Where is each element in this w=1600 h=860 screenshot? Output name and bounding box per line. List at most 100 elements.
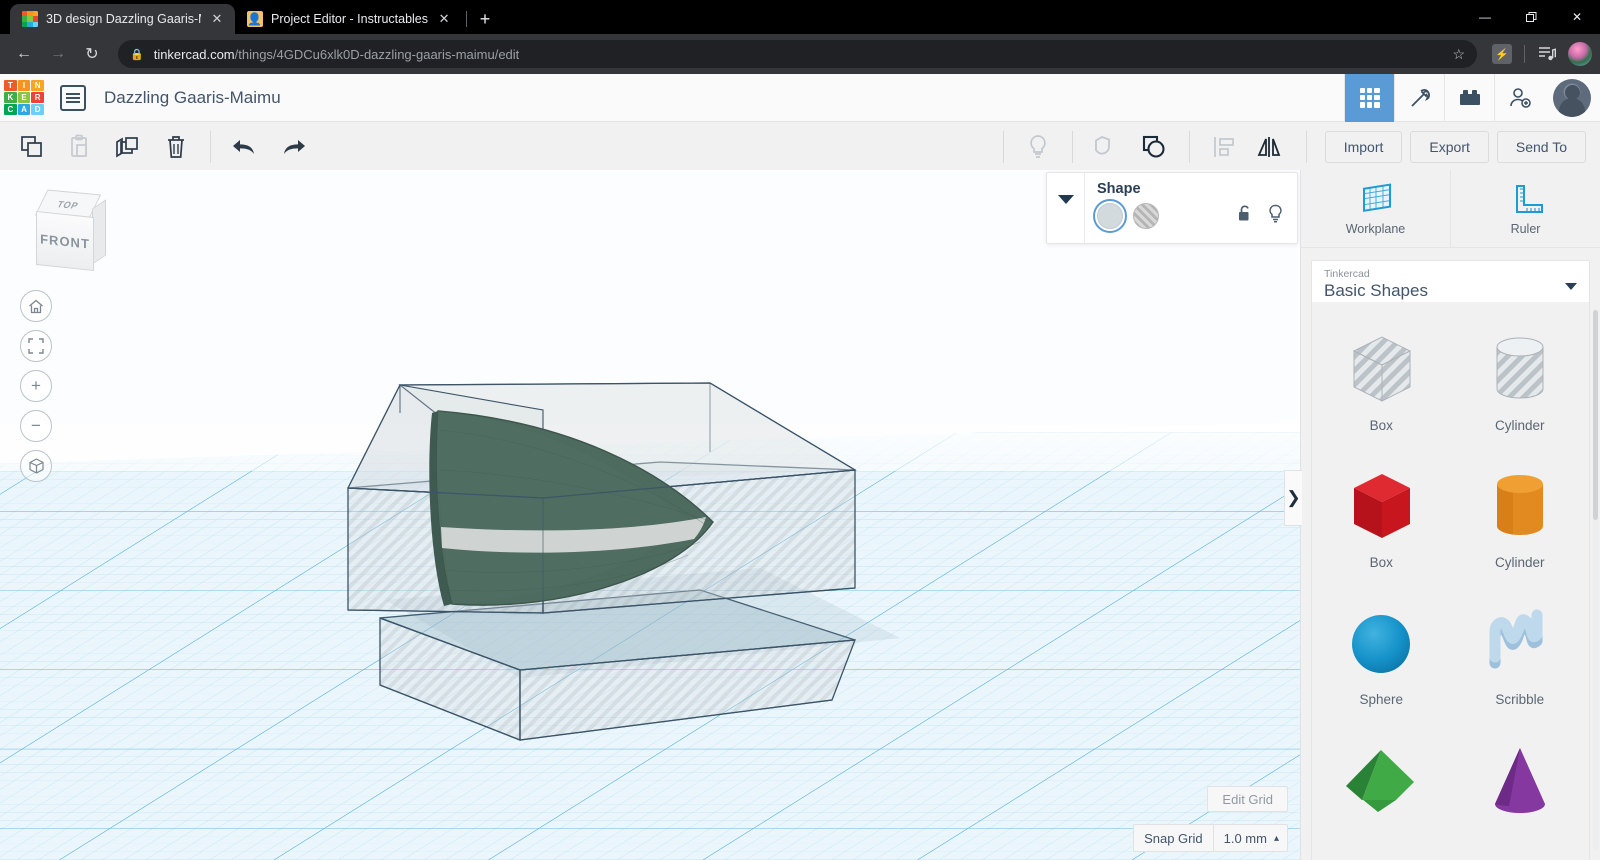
lock-icon: 🔒 [130,48,144,61]
minimize-button[interactable]: — [1462,0,1508,34]
fit-to-view-button[interactable] [20,330,52,362]
window-controls: — ✕ [1462,0,1600,34]
browser-tab-title: 3D design Dazzling Gaaris-Maim [46,12,201,26]
editor-main: TOP FRONT + − Edit Grid Snap Grid 1.0 mm… [0,170,1600,860]
logo-tile: D [31,104,44,116]
address-bar[interactable]: 🔒 tinkercad.com/things/4GDCu6xlk0D-dazzl… [118,40,1477,68]
app-header: T I N K E R C A D Dazzling Gaaris-Maimu [0,73,1600,122]
reload-button[interactable]: ↻ [76,38,108,70]
shape-cone-purple[interactable] [1451,727,1590,860]
shape-cylinder-orange[interactable]: Cylinder [1451,453,1590,590]
shape-label: Scribble [1495,692,1545,707]
tinkercad-logo-icon[interactable]: T I N K E R C A D [0,74,48,122]
sidebar-scrollbar-thumb[interactable] [1593,310,1598,520]
shape-label: Cylinder [1494,555,1545,570]
omnibar-divider [1524,45,1525,63]
toolbar-divider [1071,130,1073,163]
shape-box-hole[interactable]: Box [1312,316,1451,453]
workplane-tool-label: Workplane [1345,221,1406,236]
view-cube-side-face[interactable] [92,199,106,265]
restore-button[interactable] [1508,0,1554,34]
forward-button[interactable]: → [42,38,74,70]
view-orientation-cube[interactable]: TOP FRONT [28,189,112,276]
box-red-icon [1338,461,1424,553]
url-path: /things/4GDCu6xlk0D-dazzling-gaaris-maim… [234,46,520,62]
perspective-toggle-button[interactable] [20,450,52,482]
shape-library-selected: Basic Shapes [1324,281,1428,300]
codeblocks-pickaxe-icon[interactable] [1394,73,1444,122]
lightbulb-hint-button[interactable] [1014,122,1062,172]
sidebar-scrollbar[interactable] [1593,310,1598,850]
toolbar-divider [1188,130,1190,163]
zoom-out-button[interactable]: − [20,410,52,442]
shape-scribble[interactable]: Scribble [1451,590,1590,727]
logo-tile: E [17,91,31,104]
shape-label: Box [1369,418,1393,433]
collapse-sidebar-button[interactable]: ❯ [1284,470,1302,526]
workplane-tool[interactable]: Workplane [1301,170,1450,248]
extension-icon[interactable]: ⚡ [1487,39,1517,69]
ruler-tool[interactable]: Ruler [1450,170,1600,248]
redo-button[interactable] [269,122,317,172]
undo-button[interactable] [221,122,269,172]
zoom-in-button[interactable]: + [20,370,52,402]
profile-avatar[interactable] [1568,42,1592,66]
shape-roof-green[interactable] [1312,727,1451,860]
ungroup-shapes-button[interactable] [1131,122,1179,172]
reading-list-icon[interactable] [1532,39,1562,69]
shape-library-owner: Tinkercad [1324,268,1370,280]
shape-sphere-blue[interactable]: Sphere [1312,590,1451,727]
shape-panel-icons [1237,204,1287,228]
copy-button[interactable] [8,122,56,172]
solid-swatch[interactable] [1093,199,1127,233]
back-button[interactable]: ← [8,38,40,70]
close-icon[interactable]: ✕ [209,11,225,27]
shape-label: Box [1369,555,1393,570]
cylinder-orange-icon [1477,461,1563,553]
lego-brick-icon[interactable] [1444,73,1494,122]
toolbar-divider [210,130,211,163]
send-to-button[interactable]: Send To [1496,130,1586,163]
delete-button[interactable] [152,122,200,172]
hole-swatch[interactable] [1133,203,1159,229]
export-button[interactable]: Export [1410,130,1489,163]
sphere-blue-icon [1338,598,1424,690]
shape-cylinder-hole[interactable]: Cylinder [1451,316,1590,453]
shape-box-red[interactable]: Box [1312,453,1451,590]
new-tab-button[interactable]: + [471,5,499,33]
browser-tab-0[interactable]: 3D design Dazzling Gaaris-Maim ✕ [10,4,235,34]
browser-tab-title: Project Editor - Instructables [271,12,429,26]
gallery-grid-icon[interactable] [1344,73,1394,122]
view-cube-front-face[interactable]: FRONT [36,210,94,272]
collapse-panel-button[interactable] [1047,173,1085,243]
invite-person-icon[interactable] [1494,73,1544,122]
unlock-icon[interactable] [1237,204,1254,228]
close-window-button[interactable]: ✕ [1554,0,1600,34]
bookmark-star-icon[interactable]: ☆ [1452,46,1465,63]
import-button[interactable]: Import [1324,130,1403,163]
roof-green-icon [1338,735,1424,827]
browser-window: 3D design Dazzling Gaaris-Maim ✕ 👤 Proje… [0,0,1600,860]
shape-style-row [1093,199,1287,233]
close-icon[interactable]: ✕ [436,11,452,27]
3d-canvas[interactable]: TOP FRONT + − Edit Grid Snap Grid 1.0 mm… [0,170,1300,860]
group-shapes-button[interactable] [1083,122,1131,172]
shape-label: Sphere [1359,692,1404,707]
align-button[interactable] [1200,122,1248,172]
home-view-button[interactable] [20,290,52,322]
edit-grid-button[interactable]: Edit Grid [1207,786,1288,812]
logo-tile: K [4,91,17,104]
shape-library-grid[interactable]: Box Cylinder Box Cylinder Sphere Scribbl… [1311,302,1590,860]
snap-grid-dropdown[interactable]: 1.0 mm ▴ [1212,824,1287,852]
paste-button[interactable] [56,122,104,172]
lightbulb-icon[interactable] [1268,204,1283,228]
shape-panel-title: Shape [1097,181,1141,197]
duplicate-button[interactable] [104,122,152,172]
mirror-button[interactable] [1248,122,1296,172]
browser-tab-1[interactable]: 👤 Project Editor - Instructables ✕ [235,4,463,34]
snap-grid-label: Snap Grid [1144,830,1203,846]
user-avatar-icon[interactable] [1544,74,1600,122]
logo-tile: N [31,79,44,91]
snap-grid-control[interactable]: Snap Grid 1.0 mm ▴ [1133,824,1288,852]
project-menu-icon[interactable] [60,84,86,111]
